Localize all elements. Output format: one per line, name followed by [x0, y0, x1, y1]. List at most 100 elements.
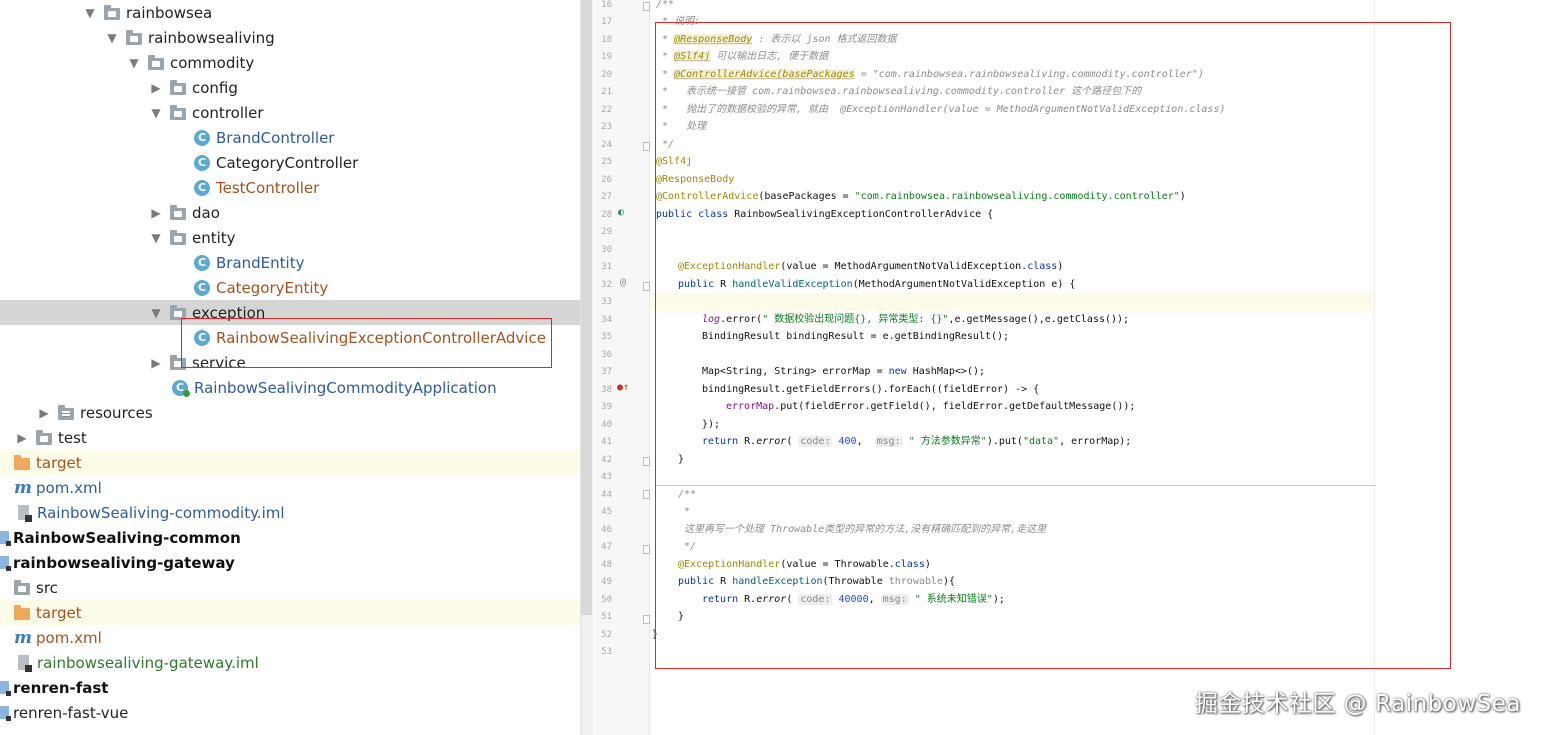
fold-toggle-icon[interactable] [643, 142, 650, 151]
chevron-right-icon[interactable]: ▶ [36, 406, 52, 420]
line-number: 45 [601, 507, 612, 517]
folder-icon [104, 4, 120, 20]
fold-toggle-icon[interactable] [643, 2, 650, 11]
chevron-right-icon[interactable]: ▶ [148, 81, 164, 95]
folder-icon [126, 29, 142, 45]
line-number: 35 [601, 332, 612, 342]
line-number: 29 [601, 227, 612, 237]
tree-item-rainbowsea[interactable]: ▼ rainbowsea [0, 0, 580, 25]
line-number: 42 [601, 455, 612, 465]
tree-item-controller[interactable]: ▼ controller [0, 100, 580, 125]
fold-toggle-icon[interactable] [643, 490, 650, 499]
line-number: 43 [601, 472, 612, 482]
tree-item-resources[interactable]: ▶ resources [0, 400, 580, 425]
folder-icon [14, 579, 30, 595]
line-number: 28 [601, 210, 612, 220]
line-number: 24 [601, 140, 612, 150]
module-icon [0, 531, 11, 546]
line-number: 50 [601, 595, 612, 605]
line-number: 18 [601, 35, 612, 45]
folder-icon [170, 204, 186, 220]
class-icon: C [194, 129, 210, 146]
line-number: 20 [601, 70, 612, 80]
fold-toggle-icon[interactable] [643, 457, 650, 466]
tree-item-dao[interactable]: ▶ dao [0, 200, 580, 225]
chevron-down-icon[interactable]: ▼ [82, 6, 98, 20]
tree-item-pom-xml[interactable]: m pom.xml [0, 475, 580, 500]
line-number: 37 [601, 367, 612, 377]
tree-item-brand-controller[interactable]: C BrandController [0, 125, 580, 150]
tree-item-common-module[interactable]: RainbowSealiving-common [0, 525, 580, 550]
chevron-down-icon[interactable]: ▼ [148, 306, 164, 320]
tree-item-renren-fast-vue[interactable]: renren-fast-vue [0, 700, 580, 725]
line-number: 40 [601, 420, 612, 430]
project-tree: ▼ rainbowsea ▼ rainbowsealiving ▼ commod… [0, 0, 580, 735]
maven-icon: m [14, 627, 32, 648]
line-number: 22 [601, 105, 612, 115]
folder-icon [148, 54, 164, 70]
line-number: 49 [601, 577, 612, 587]
line-number: 17 [601, 17, 612, 27]
tree-item-gateway-module[interactable]: rainbowsealiving-gateway [0, 550, 580, 575]
iml-file-icon [18, 505, 32, 522]
tree-item-brand-entity[interactable]: C BrandEntity [0, 250, 580, 275]
tree-item-commodity[interactable]: ▼ commodity [0, 50, 580, 75]
line-number: 44 [601, 490, 612, 500]
chevron-down-icon[interactable]: ▼ [148, 231, 164, 245]
tree-item-rainbowsealiving[interactable]: ▼ rainbowsealiving [0, 25, 580, 50]
tree-item-gateway-iml[interactable]: rainbowsealiving-gateway.iml [0, 650, 580, 675]
tree-item-gateway-target[interactable]: target [0, 600, 580, 625]
override-method-icon[interactable]: @ [620, 277, 626, 288]
tree-item-src[interactable]: src [0, 575, 580, 600]
module-icon [0, 556, 11, 571]
class-icon: C [194, 179, 210, 196]
tree-item-test-controller[interactable]: C TestController [0, 175, 580, 200]
tree-item-config[interactable]: ▶ config [0, 75, 580, 100]
line-number: 16 [601, 0, 612, 10]
line-number: 27 [601, 192, 612, 202]
iml-file-icon [18, 655, 32, 672]
module-icon [0, 706, 11, 721]
fold-toggle-icon[interactable] [643, 615, 650, 624]
line-number: 36 [601, 350, 612, 360]
line-number: 47 [601, 542, 612, 552]
resources-folder-icon [58, 404, 74, 420]
tree-item-category-controller[interactable]: C CategoryController [0, 150, 580, 175]
folder-icon [170, 104, 186, 120]
tree-item-renren-fast[interactable]: renren-fast [0, 675, 580, 700]
implementation-gutter-icon[interactable]: ●↑ [617, 382, 629, 393]
spring-app-class-icon: C [172, 379, 190, 397]
maven-icon: m [14, 477, 32, 498]
chevron-right-icon[interactable]: ▶ [14, 431, 30, 445]
tree-item-commodity-iml[interactable]: RainbowSealiving-commodity.iml [0, 500, 580, 525]
line-number: 38 [601, 385, 612, 395]
chevron-right-icon[interactable]: ▶ [148, 206, 164, 220]
fold-toggle-icon[interactable] [643, 545, 650, 554]
line-number: 51 [601, 612, 612, 622]
chevron-down-icon[interactable]: ▼ [104, 31, 120, 45]
chevron-down-icon[interactable]: ▼ [148, 106, 164, 120]
line-number: 21 [601, 87, 612, 97]
tree-item-test[interactable]: ▶ test [0, 425, 580, 450]
tree-item-target[interactable]: target [0, 450, 580, 475]
tree-item-category-entity[interactable]: C CategoryEntity [0, 275, 580, 300]
tree-item-gateway-pom-xml[interactable]: m pom.xml [0, 625, 580, 650]
line-number: 34 [601, 315, 612, 325]
class-icon: C [194, 279, 210, 296]
folder-icon [170, 79, 186, 95]
line-number: 39 [601, 402, 612, 412]
line-number: 30 [601, 245, 612, 255]
line-number: 53 [601, 647, 612, 657]
code-line: /** [656, 0, 675, 10]
tree-item-commodity-application[interactable]: C RainbowSealivingCommodityApplication [0, 375, 580, 400]
tree-item-entity[interactable]: ▼ entity [0, 225, 580, 250]
line-number: 23 [601, 122, 612, 132]
chevron-right-icon[interactable]: ▶ [148, 356, 164, 370]
fold-toggle-icon[interactable] [643, 282, 650, 291]
tree-scrollbar-thumb[interactable] [581, 0, 592, 615]
run-gutter-icon[interactable]: ◐ [618, 207, 624, 218]
class-icon: C [194, 254, 210, 271]
highlight-box [655, 22, 1451, 669]
excluded-folder-icon [14, 604, 30, 620]
chevron-down-icon[interactable]: ▼ [126, 56, 142, 70]
